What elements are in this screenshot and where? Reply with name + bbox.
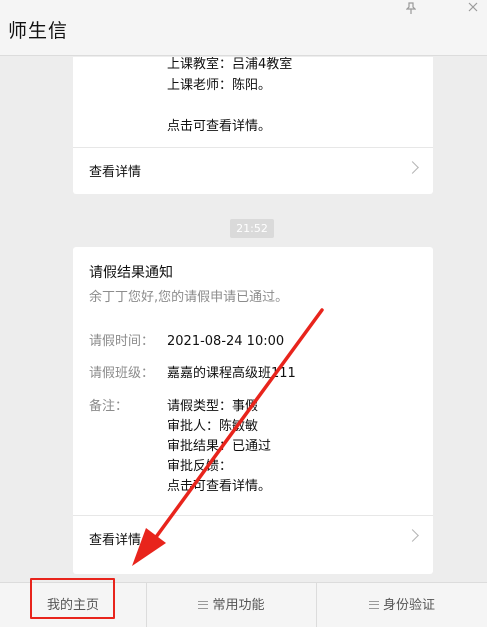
card-line: 上课教室：吕浦4教室 (167, 57, 293, 72)
chevron-right-icon (406, 529, 419, 542)
remark-line: 点击可查看详情。 (167, 479, 272, 494)
card-greeting: 余丁丁您好,您的请假申请已通过。 (89, 290, 289, 305)
field-value-leave-time: 2021-08-24 10:00 (167, 334, 285, 349)
message-timestamp: 21:52 (230, 219, 274, 238)
app-title: 师生信 (8, 20, 69, 42)
pin-icon[interactable] (404, 2, 418, 16)
card-line: 上课老师：陈阳。 (167, 78, 272, 93)
field-label-leave-class: 请假班级： (89, 366, 155, 381)
view-details-link[interactable]: 查看详情 (73, 148, 433, 194)
remark-line: 请假类型：事假 (167, 399, 259, 414)
field-value-leave-class: 嘉嘉的课程高级班111 (167, 366, 296, 381)
view-details-label: 查看详情 (89, 533, 142, 548)
remark-line: 审批人：陈敏敏 (167, 419, 259, 434)
message-card-leave-result[interactable]: 请假结果通知 余丁丁您好,您的请假申请已通过。 请假时间： 2021-08-24… (73, 247, 433, 574)
field-label-leave-time: 请假时间： (89, 334, 155, 349)
close-icon[interactable] (466, 2, 480, 16)
message-card-class-info[interactable]: 上课教室：吕浦4教室 上课老师：陈阳。 点击可查看详情。 查看详情 (73, 57, 433, 194)
remark-line: 审批结果：已通过 (167, 439, 272, 454)
field-label-remark: 备注： (89, 399, 129, 414)
tab-label: 身份验证 (382, 598, 435, 613)
menu-icon (368, 600, 379, 609)
message-list[interactable]: 上课教室：吕浦4教室 上课老师：陈阳。 点击可查看详情。 查看详情 21:52 … (0, 57, 487, 582)
annotation-highlight-box (30, 578, 115, 619)
view-details-link[interactable]: 查看详情 (73, 516, 433, 562)
tab-label: 常用功能 (212, 598, 265, 613)
remark-line: 审批反馈： (167, 459, 233, 474)
chevron-right-icon (406, 161, 419, 174)
tab-common-functions[interactable]: 常用功能 (146, 583, 316, 627)
menu-icon (198, 600, 209, 609)
card-title: 请假结果通知 (89, 265, 173, 281)
tab-identity-verification[interactable]: 身份验证 (316, 583, 487, 627)
card-footer-note: 点击可查看详情。 (167, 119, 272, 134)
view-details-label: 查看详情 (89, 165, 142, 180)
title-bar: 师生信 (0, 0, 487, 56)
